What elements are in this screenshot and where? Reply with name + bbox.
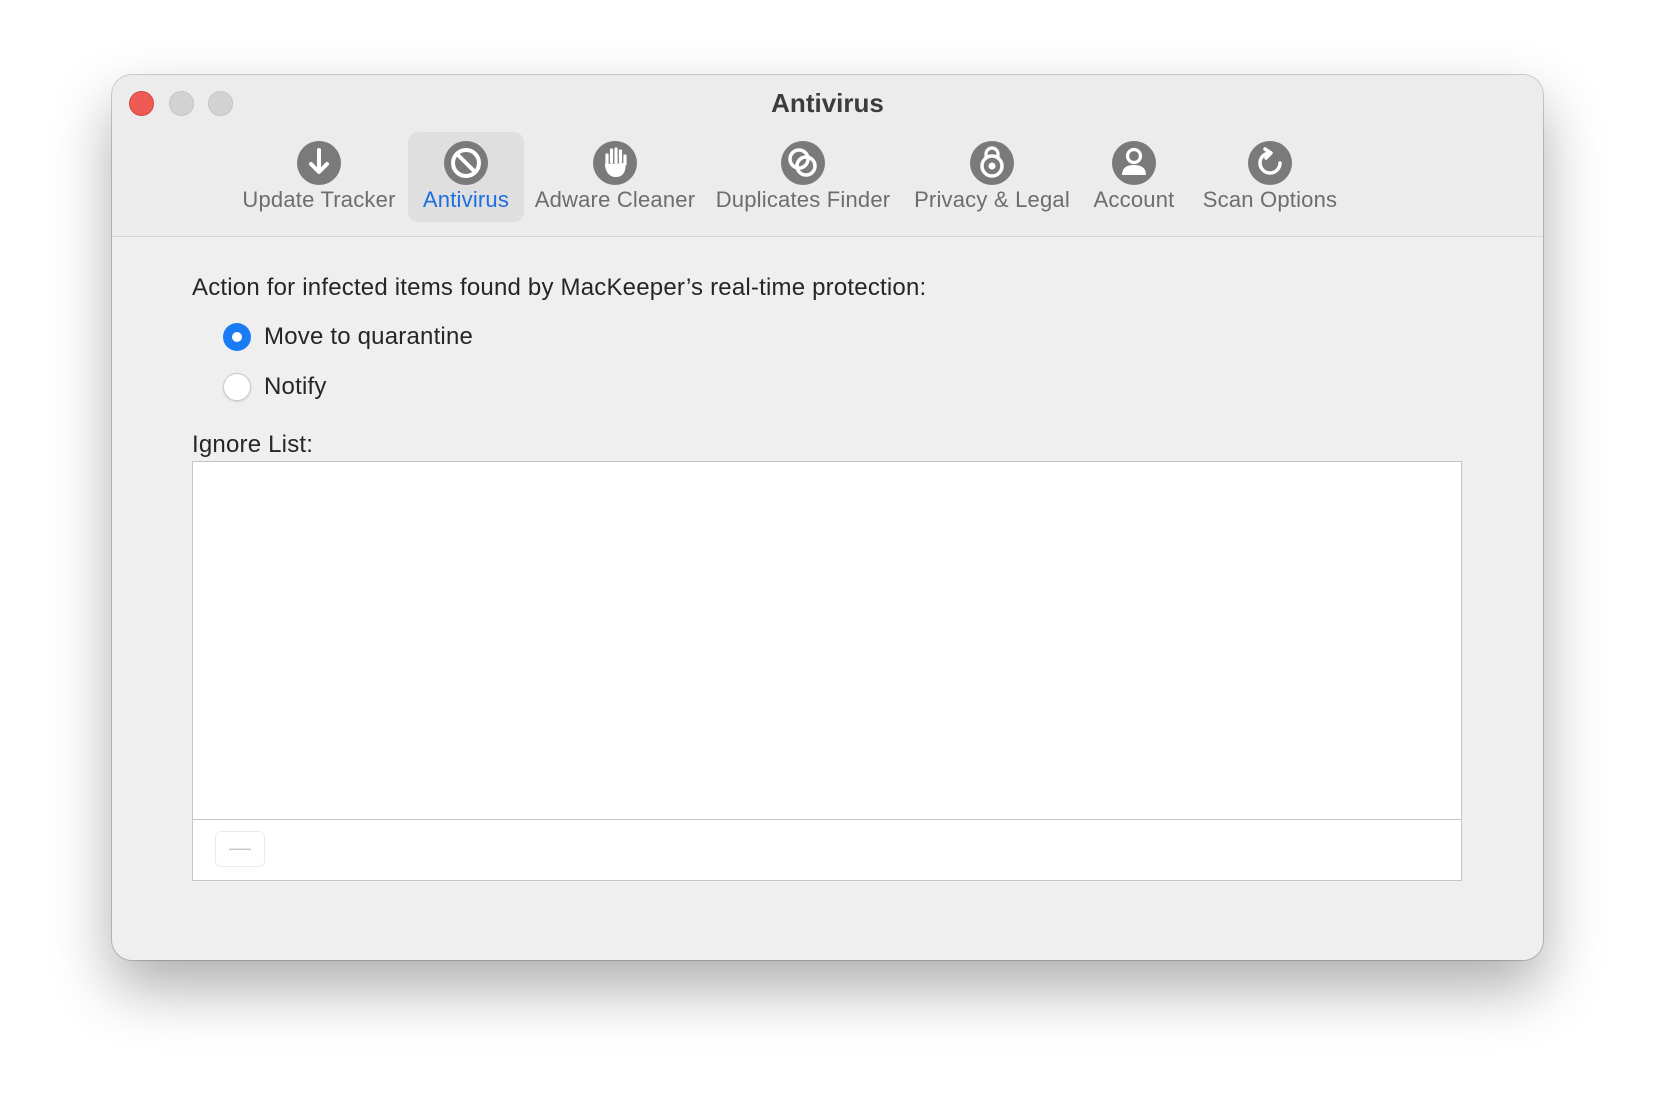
radio-label: Move to quarantine	[264, 323, 474, 350]
title-bar: Antivirus Update Tracker Antivirus Adwar…	[112, 75, 1543, 237]
refresh-icon	[1248, 141, 1292, 185]
ignore-list-footer: —	[193, 820, 1461, 880]
preferences-window: Antivirus Update Tracker Antivirus Adwar…	[112, 75, 1543, 960]
tab-update-tracker[interactable]: Update Tracker	[236, 132, 402, 222]
radio-label: Notify	[264, 373, 327, 400]
tab-account[interactable]: Account	[1084, 132, 1184, 222]
download-arrow-icon	[297, 141, 341, 185]
tab-label: Duplicates Finder	[715, 187, 891, 212]
lock-icon	[970, 141, 1014, 185]
ignore-list: —	[192, 461, 1462, 881]
ignore-list-label: Ignore List:	[192, 431, 314, 458]
window-title: Antivirus	[771, 88, 884, 118]
tab-antivirus[interactable]: Antivirus	[408, 132, 524, 222]
infected-action-label: Action for infected items found by MacKe…	[192, 274, 927, 301]
overlapping-circles-icon	[781, 141, 825, 185]
tab-scan-options[interactable]: Scan Options	[1190, 132, 1350, 222]
tab-label: Account	[1093, 187, 1175, 212]
tab-privacy-legal[interactable]: Privacy & Legal	[906, 132, 1078, 222]
hand-icon	[593, 141, 637, 185]
remove-item-button[interactable]: —	[215, 831, 265, 867]
tab-label: Antivirus	[422, 187, 510, 212]
tab-label: Privacy & Legal	[914, 187, 1070, 212]
prohibited-icon	[444, 141, 488, 185]
tab-label: Scan Options	[1202, 187, 1338, 212]
radio-button-selected[interactable]	[223, 323, 251, 351]
tab-adware-cleaner[interactable]: Adware Cleaner	[530, 132, 700, 222]
person-icon	[1112, 141, 1156, 185]
tab-label: Update Tracker	[242, 187, 396, 212]
ignore-list-items-area[interactable]	[193, 462, 1461, 820]
preferences-toolbar: Update Tracker Antivirus Adware Cleaner …	[112, 132, 1543, 222]
tab-label: Adware Cleaner	[534, 187, 696, 212]
tab-duplicates-finder[interactable]: Duplicates Finder	[706, 132, 900, 222]
radio-button-unselected[interactable]	[223, 373, 251, 401]
